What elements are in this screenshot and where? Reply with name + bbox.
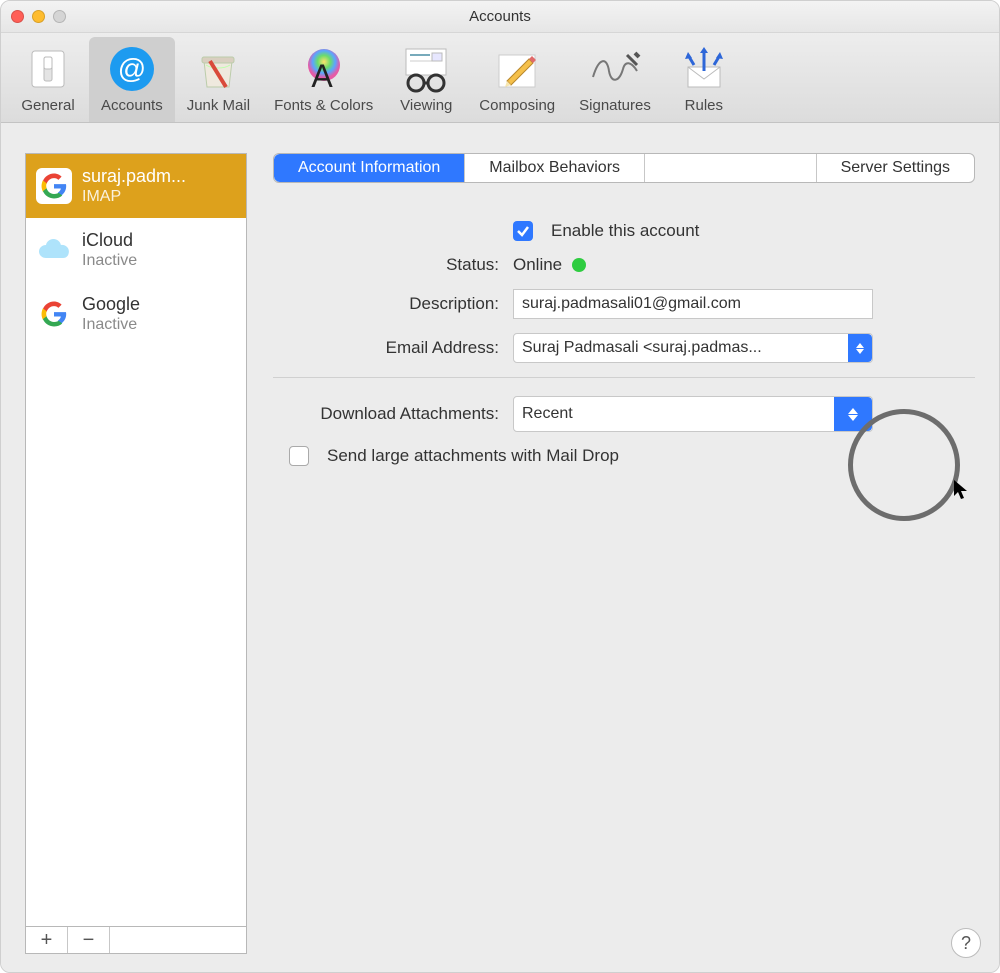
tab-mailbox-behaviors[interactable]: Mailbox Behaviors [465, 154, 645, 182]
signature-icon [589, 43, 641, 95]
account-row-google[interactable]: Google Inactive [26, 282, 246, 346]
preferences-toolbar: General @ Accounts Junk Mail A Fonts & C… [1, 33, 999, 123]
description-input[interactable]: suraj.padmasali01@gmail.com [513, 289, 873, 319]
icloud-icon [36, 232, 72, 268]
google-icon [36, 296, 72, 332]
fonts-icon: A [298, 43, 350, 95]
accounts-sidebar: suraj.padm... IMAP iCloud Inactive [25, 153, 247, 954]
window-title: Accounts [1, 8, 999, 25]
email-address-label: Email Address: [273, 338, 513, 358]
preferences-window: Accounts General @ Accounts Junk Mail [0, 0, 1000, 973]
account-detail-pane: Account Information Mailbox Behaviors Se… [273, 153, 975, 954]
accounts-list-footer: + − [25, 926, 247, 954]
description-label: Description: [273, 294, 513, 314]
titlebar: Accounts [1, 1, 999, 33]
toolbar-accounts[interactable]: @ Accounts [89, 37, 175, 122]
separator [273, 377, 975, 378]
toolbar-fonts[interactable]: A Fonts & Colors [262, 37, 385, 122]
svg-text:@: @ [118, 53, 146, 84]
rules-icon [678, 43, 730, 95]
trash-icon [192, 43, 244, 95]
account-tabs: Account Information Mailbox Behaviors Se… [273, 153, 975, 183]
toolbar-item-label: General [21, 97, 74, 114]
tab-server-settings[interactable]: Server Settings [816, 154, 974, 182]
toolbar-item-label: Signatures [579, 97, 651, 114]
account-status: Inactive [82, 315, 140, 334]
at-icon: @ [106, 43, 158, 95]
account-row-icloud[interactable]: iCloud Inactive [26, 218, 246, 282]
help-button[interactable]: ? [951, 928, 981, 958]
toolbar-general[interactable]: General [7, 37, 89, 122]
accounts-list: suraj.padm... IMAP iCloud Inactive [25, 153, 247, 926]
content-area: suraj.padm... IMAP iCloud Inactive [1, 123, 999, 972]
toolbar-composing[interactable]: Composing [467, 37, 567, 122]
download-attachments-label: Download Attachments: [273, 404, 513, 424]
toolbar-item-label: Rules [685, 97, 723, 114]
enable-account-checkbox[interactable] [513, 221, 533, 241]
switch-icon [22, 43, 74, 95]
stepper-icon [834, 397, 872, 431]
tab-account-information[interactable]: Account Information [274, 154, 465, 182]
stepper-icon [848, 334, 872, 362]
toolbar-item-label: Accounts [101, 97, 163, 114]
download-attachments-value: Recent [514, 405, 834, 423]
status-value: Online [513, 255, 562, 275]
account-name: iCloud [82, 230, 137, 252]
mail-drop-label: Send large attachments with Mail Drop [327, 446, 619, 466]
account-row-gmail[interactable]: suraj.padm... IMAP [26, 154, 246, 218]
toolbar-item-label: Composing [479, 97, 555, 114]
status-label: Status: [273, 255, 513, 275]
toolbar-rules[interactable]: Rules [663, 37, 745, 122]
account-name: Google [82, 294, 140, 316]
add-account-button[interactable]: + [26, 927, 68, 953]
toolbar-item-label: Fonts & Colors [274, 97, 373, 114]
remove-account-button[interactable]: − [68, 927, 110, 953]
account-form: Enable this account Status: Online Descr… [273, 221, 975, 480]
enable-account-label: Enable this account [551, 221, 699, 241]
toolbar-junk[interactable]: Junk Mail [175, 37, 262, 122]
google-icon [36, 168, 72, 204]
email-address-select[interactable]: Suraj Padmasali <suraj.padmas... [513, 333, 873, 363]
account-status: Inactive [82, 251, 137, 270]
toolbar-item-label: Junk Mail [187, 97, 250, 114]
mail-drop-checkbox[interactable] [289, 446, 309, 466]
svg-text:A: A [311, 58, 333, 93]
toolbar-viewing[interactable]: Viewing [385, 37, 467, 122]
account-name: suraj.padm... [82, 166, 186, 188]
status-indicator-icon [572, 258, 586, 272]
account-status: IMAP [82, 187, 186, 206]
cursor-icon [953, 479, 971, 507]
toolbar-signatures[interactable]: Signatures [567, 37, 663, 122]
download-attachments-select[interactable]: Recent [513, 396, 873, 432]
glasses-icon [400, 43, 452, 95]
pencil-icon [491, 43, 543, 95]
toolbar-item-label: Viewing [400, 97, 452, 114]
email-address-value: Suraj Padmasali <suraj.padmas... [514, 339, 848, 357]
